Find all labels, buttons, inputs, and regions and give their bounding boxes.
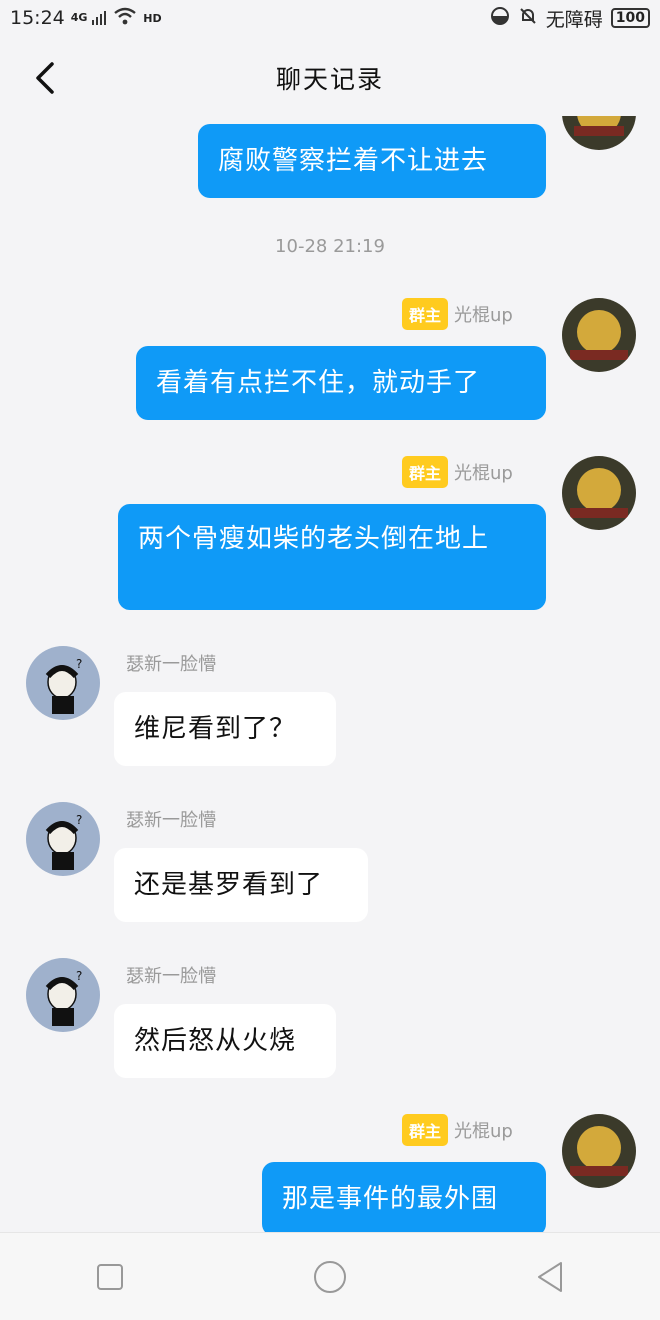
eye-comfort-icon	[490, 6, 510, 31]
message-bubble[interactable]: 腐败警察拦着不让进去	[198, 124, 546, 198]
svg-text:?: ?	[76, 969, 82, 983]
sender-name: 瑟新一脸懵	[126, 810, 216, 831]
battery-level: 100	[615, 10, 645, 26]
message-bubble[interactable]: 还是基罗看到了	[114, 848, 368, 922]
message-text: 那是事件的最外围	[282, 1184, 499, 1214]
mute-bell-icon	[518, 6, 538, 31]
back-nav-button[interactable]	[520, 1247, 580, 1307]
system-nav-bar	[0, 1232, 660, 1320]
sender-name: 光棍up	[454, 463, 513, 484]
owner-badge: 群主	[402, 1114, 449, 1146]
status-bar: 15:24 4G HD 无障碍 100	[0, 0, 660, 36]
avatar[interactable]	[562, 116, 636, 150]
recents-button[interactable]	[80, 1247, 140, 1307]
sender-meta: 群主 光棍up	[402, 456, 513, 488]
avatar[interactable]	[562, 1114, 636, 1188]
hd-icon: HD	[143, 11, 162, 25]
sender-meta: 群主 光棍up	[402, 1114, 513, 1146]
message-bubble[interactable]: 那是事件的最外围	[262, 1162, 546, 1232]
home-button[interactable]	[300, 1247, 360, 1307]
owner-badge: 群主	[402, 298, 449, 330]
square-icon	[97, 1263, 123, 1290]
message-text: 两个骨瘦如柴的老头倒在地上	[138, 524, 490, 554]
network-label: 4G	[70, 11, 88, 24]
message-bubble[interactable]: 然后怒从火烧	[114, 1004, 336, 1078]
message-text: 看着有点拦不住，就动手了	[156, 368, 481, 398]
avatar[interactable]: ?	[26, 802, 100, 876]
circle-icon	[314, 1260, 346, 1293]
signal-icon: 4G	[71, 10, 108, 26]
wifi-icon	[113, 7, 137, 30]
avatar[interactable]: ?	[26, 958, 100, 1032]
clock: 15:24	[10, 7, 65, 29]
avatar[interactable]	[562, 456, 636, 530]
header: 聊天记录	[0, 40, 660, 116]
sender-name: 瑟新一脸懵	[126, 654, 216, 675]
message-bubble[interactable]: 两个骨瘦如柴的老头倒在地上	[118, 504, 546, 610]
accessibility-label: 无障碍	[545, 8, 603, 31]
message-text: 维尼看到了？	[134, 714, 297, 744]
chevron-left-icon	[36, 62, 54, 94]
back-button[interactable]	[24, 56, 64, 100]
avatar[interactable]	[562, 298, 636, 372]
sender-name: 光棍up	[454, 305, 513, 326]
sender-meta: 群主 光棍up	[402, 298, 513, 330]
timestamp: 10-28 21:19	[275, 236, 385, 257]
message-text: 然后怒从火烧	[134, 1026, 297, 1056]
chat-list[interactable]: 腐败警察拦着不让进去 10-28 21:19 群主 光棍up 看着有点拦不住，就…	[0, 116, 660, 1232]
message-bubble[interactable]: 维尼看到了？	[114, 692, 336, 766]
owner-badge: 群主	[402, 456, 449, 488]
battery-icon: 100	[610, 8, 650, 28]
triangle-back-icon	[538, 1261, 562, 1292]
page-title: 聊天记录	[275, 65, 384, 94]
svg-text:?: ?	[76, 813, 82, 827]
message-text: 腐败警察拦着不让进去	[218, 146, 489, 176]
message-bubble[interactable]: 看着有点拦不住，就动手了	[136, 346, 546, 420]
avatar[interactable]: ?	[26, 646, 100, 720]
svg-text:?: ?	[76, 657, 82, 671]
message-text: 还是基罗看到了	[134, 870, 324, 900]
sender-name: 瑟新一脸懵	[126, 966, 216, 987]
sender-name: 光棍up	[454, 1121, 513, 1142]
